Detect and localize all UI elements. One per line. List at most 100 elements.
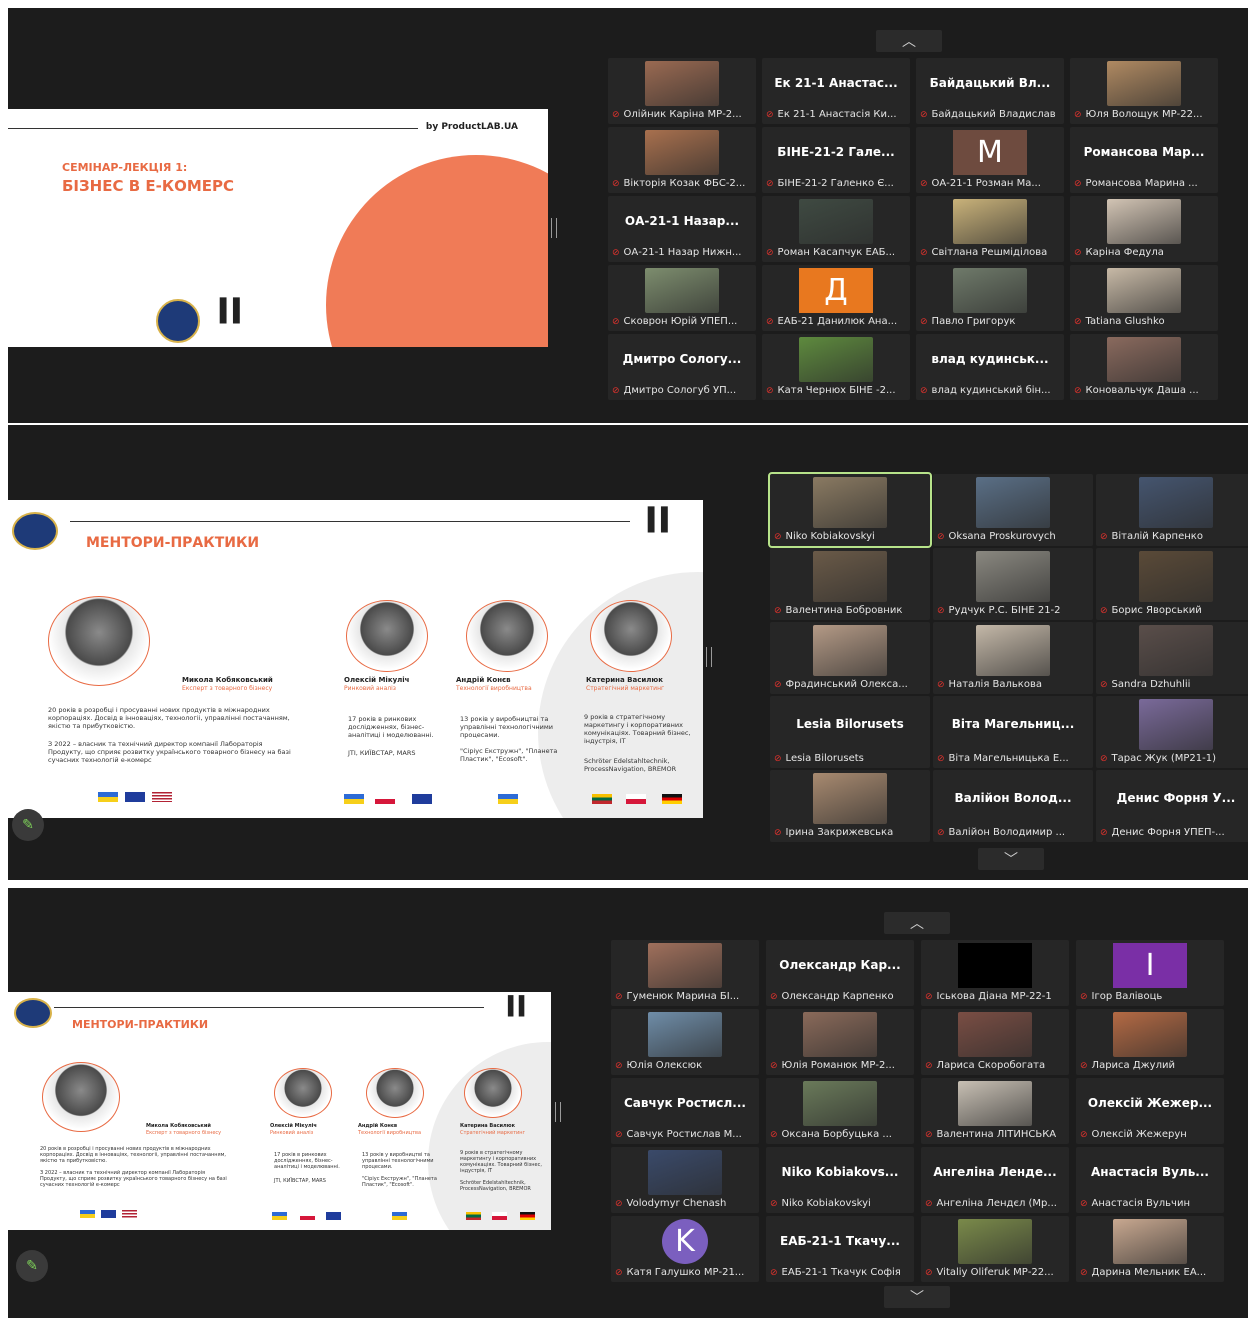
chevron-down-icon: ﹀ xyxy=(1004,852,1018,868)
participant-tile[interactable]: I ⊘ Ігор Валівоць xyxy=(1076,940,1224,1006)
participant-video xyxy=(1107,199,1181,244)
participant-tile[interactable]: K ⊘ Катя Галушко МР-21... xyxy=(611,1216,759,1282)
participant-tile[interactable]: Дмитро Сологу... ⊘ Дмитро Сологуб УП... xyxy=(608,334,756,400)
participant-tile[interactable]: ⊘ Тарас Жук (МР21-1) xyxy=(1096,696,1248,768)
participant-tile[interactable]: Валійон Волод... ⊘ Валійон Володимир ... xyxy=(933,770,1093,842)
participant-tile[interactable]: Д ⊘ ЕАБ-21 Данилюк Ана... xyxy=(762,265,910,331)
participant-tile[interactable]: M ⊘ ОА-21-1 Розман Ма... xyxy=(916,127,1064,193)
scroll-up-button[interactable]: ︿ xyxy=(884,912,950,934)
mic-muted-icon: ⊘ xyxy=(766,248,774,258)
annotate-pencil-button[interactable]: ✎ xyxy=(16,1250,48,1282)
participant-tile[interactable]: ⊘ Ірина Закрижевська xyxy=(770,770,930,842)
participant-name: Лариса Скоробогата xyxy=(936,1060,1046,1071)
participant-name: Юлія Олексюк xyxy=(626,1060,703,1071)
participant-tile[interactable]: ⊘ Sandra Dzhuhlii xyxy=(1096,622,1248,694)
participant-video xyxy=(645,61,719,106)
participant-tile[interactable]: Ангеліна Ленде... ⊘ Ангеліна Лендєл (Мр... xyxy=(921,1147,1069,1213)
participant-name-label: ⊘ Катя Галушко МР-21... xyxy=(615,1266,756,1280)
participant-tile[interactable]: ОА-21-1 Назар... ⊘ ОА-21-1 Назар Нижн... xyxy=(608,196,756,262)
participant-video xyxy=(1107,268,1181,313)
participant-name: Юля Волощук МР-22... xyxy=(1085,109,1203,120)
participant-tile[interactable]: ⊘ Volodymyr Chenash xyxy=(611,1147,759,1213)
participant-tile[interactable]: ⊘ Павло Григорук xyxy=(916,265,1064,331)
mic-muted-icon: ⊘ xyxy=(937,754,945,764)
participant-display-name: Ек 21-1 Анастас... xyxy=(774,76,898,90)
participant-name: Віта Магельницька Е... xyxy=(948,753,1069,764)
mentor-bio: 13 років у виробництві та управлінні тех… xyxy=(362,1152,434,1170)
participant-tile[interactable]: Lesia Bilorusets ⊘ Lesia Bilorusets xyxy=(770,696,930,768)
mic-muted-icon: ⊘ xyxy=(1080,1268,1088,1278)
participant-tile[interactable]: ⊘ Гуменюк Марина БІ... xyxy=(611,940,759,1006)
participant-tile[interactable]: Олександр Кар... ⊘ Олександр Карпенко xyxy=(766,940,914,1006)
chevron-up-icon: ︿ xyxy=(910,916,924,932)
participant-video xyxy=(803,1012,877,1057)
participant-tile[interactable]: ⊘ Каріна Федула xyxy=(1070,196,1218,262)
participant-tile[interactable]: ⊘ Tatiana Glushko xyxy=(1070,265,1218,331)
chevron-up-icon: ︿ xyxy=(902,34,916,50)
participant-tile[interactable]: ⊘ Oksana Proskurovych xyxy=(933,474,1093,546)
participant-tile[interactable]: ⊘ Юлія Олексюк xyxy=(611,1009,759,1075)
participant-tile[interactable]: ⊘ Рудчук Р.С. БІНЕ 21-2 xyxy=(933,548,1093,620)
scroll-down-button[interactable]: ﹀ xyxy=(978,848,1044,870)
participant-tile[interactable]: Савчук Ростисл... ⊘ Савчук Ростислав М... xyxy=(611,1078,759,1144)
scroll-down-button[interactable]: ﹀ xyxy=(884,1286,950,1308)
participant-tile[interactable]: Niko Kobiakovs... ⊘ Niko Kobiakovskyi xyxy=(766,1147,914,1213)
participant-tile[interactable]: ⊘ Юля Волощук МР-22... xyxy=(1070,58,1218,124)
meeting-screenshot-1: by ProductLAB.UA СЕМІНАР-ЛЕКЦІЯ 1: БІЗНЕ… xyxy=(8,8,1248,423)
scroll-up-button[interactable]: ︿ xyxy=(876,30,942,52)
participant-tile[interactable]: ⊘ Коновальчук Даша ... xyxy=(1070,334,1218,400)
participant-tile[interactable]: Анастасія Вуль... ⊘ Анастасія Вульчин xyxy=(1076,1147,1224,1213)
panel-resize-handle[interactable] xyxy=(706,647,712,667)
participant-tile[interactable]: ⊘ Олійник Каріна МР-2... xyxy=(608,58,756,124)
participant-tile[interactable]: ⊘ Юлія Романюк МР-2... xyxy=(766,1009,914,1075)
participant-tile[interactable]: Романсова Мар... ⊘ Романсова Марина ... xyxy=(1070,127,1218,193)
participant-tile[interactable]: ⊘ Vitaliy Oliferuk МР-22... xyxy=(921,1216,1069,1282)
participant-tile[interactable]: ⊘ Сковрон Юрій УПЕП... xyxy=(608,265,756,331)
participant-tile[interactable]: Віта Магельниц... ⊘ Віта Магельницька Е... xyxy=(933,696,1093,768)
participant-tile[interactable]: ⊘ Світлана Решміділова xyxy=(916,196,1064,262)
participant-tile[interactable]: Ек 21-1 Анастас... ⊘ Ек 21-1 Анастасія Ки.… xyxy=(762,58,910,124)
participant-tile[interactable]: ⊘ Фрадинський Олекса... xyxy=(770,622,930,694)
participant-name: Lesia Bilorusets xyxy=(785,753,864,764)
participant-tile[interactable]: Денис Форня У... ⊘ Денис Форня УПЕП-... xyxy=(1096,770,1248,842)
participant-tile[interactable]: влад кудинськ... ⊘ влад кудинський бін... xyxy=(916,334,1064,400)
participant-tile[interactable]: ⊘ Оксана Борбуцька ... xyxy=(766,1078,914,1144)
participant-video xyxy=(958,1081,1032,1126)
participant-name-label: ⊘ Юлія Романюк МР-2... xyxy=(770,1059,911,1073)
panel-resize-handle[interactable] xyxy=(551,218,557,238)
participant-name: Павло Григорук xyxy=(931,316,1016,327)
participant-tile[interactable]: ⊘ Niko Kobiakovskyi xyxy=(768,472,932,548)
participant-tile[interactable]: Байдацький Вл... ⊘ Байдацький Владислав xyxy=(916,58,1064,124)
participant-tile[interactable]: ЕАБ-21-1 Ткачу... ⊘ ЕАБ-21-1 Ткачук Софія xyxy=(766,1216,914,1282)
participant-tile[interactable]: ⊘ Віталій Карпенко xyxy=(1096,474,1248,546)
participant-tile[interactable]: БІНЕ-21-2 Гале... ⊘ БІНЕ-21-2 Галенко Є... xyxy=(762,127,910,193)
participant-name: ЕАБ-21-1 Ткачук Софія xyxy=(781,1267,901,1278)
participant-tile[interactable]: ⊘ Валентина ЛІТИНСЬКА xyxy=(921,1078,1069,1144)
participant-name-label: ⊘ Ангеліна Лендєл (Мр... xyxy=(925,1197,1066,1211)
participant-name-label: ⊘ Oksana Proskurovych xyxy=(937,530,1090,544)
participant-avatar: Д xyxy=(799,268,873,313)
participant-tile[interactable]: ⊘ Катя Чернюх БІНЕ -2... xyxy=(762,334,910,400)
annotate-pencil-button[interactable]: ✎ xyxy=(12,809,44,841)
mentor-bio: 20 років в розробці і просуванні нових п… xyxy=(40,1146,226,1164)
panel-resize-handle[interactable] xyxy=(555,1102,561,1122)
participant-tile[interactable]: Олексій Жежер... ⊘ Олексій Жежерун xyxy=(1076,1078,1224,1144)
participant-tile[interactable]: ⊘ Дарина Мельник ЕА... xyxy=(1076,1216,1224,1282)
participant-tile[interactable]: ⊘ Іськова Діана МР-22-1 xyxy=(921,940,1069,1006)
participant-video xyxy=(958,1012,1032,1057)
slide-divider-line xyxy=(54,1007,484,1008)
participant-name: Валентина Бобровник xyxy=(785,605,903,616)
participant-tile[interactable]: ⊘ Наталія Валькова xyxy=(933,622,1093,694)
participant-tile[interactable]: ⊘ Вікторія Козак ФБС-2... xyxy=(608,127,756,193)
participant-tile[interactable]: ⊘ Роман Касапчук ЕАБ... xyxy=(762,196,910,262)
university-logo xyxy=(156,299,200,343)
participant-tile[interactable]: ⊘ Лариса Джулий xyxy=(1076,1009,1224,1075)
participant-name-label: ⊘ Катя Чернюх БІНЕ -2... xyxy=(766,384,907,398)
participant-tile[interactable]: ⊘ Валентина Бобровник xyxy=(770,548,930,620)
mic-muted-icon: ⊘ xyxy=(1100,680,1108,690)
participant-name: Іськова Діана МР-22-1 xyxy=(936,991,1052,1002)
flag-ukraine xyxy=(272,1212,287,1220)
participant-tile[interactable]: ⊘ Борис Яворський xyxy=(1096,548,1248,620)
participant-tile[interactable]: ⊘ Лариса Скоробогата xyxy=(921,1009,1069,1075)
participant-name-label: ⊘ Niko Kobiakovskyi xyxy=(774,530,927,544)
